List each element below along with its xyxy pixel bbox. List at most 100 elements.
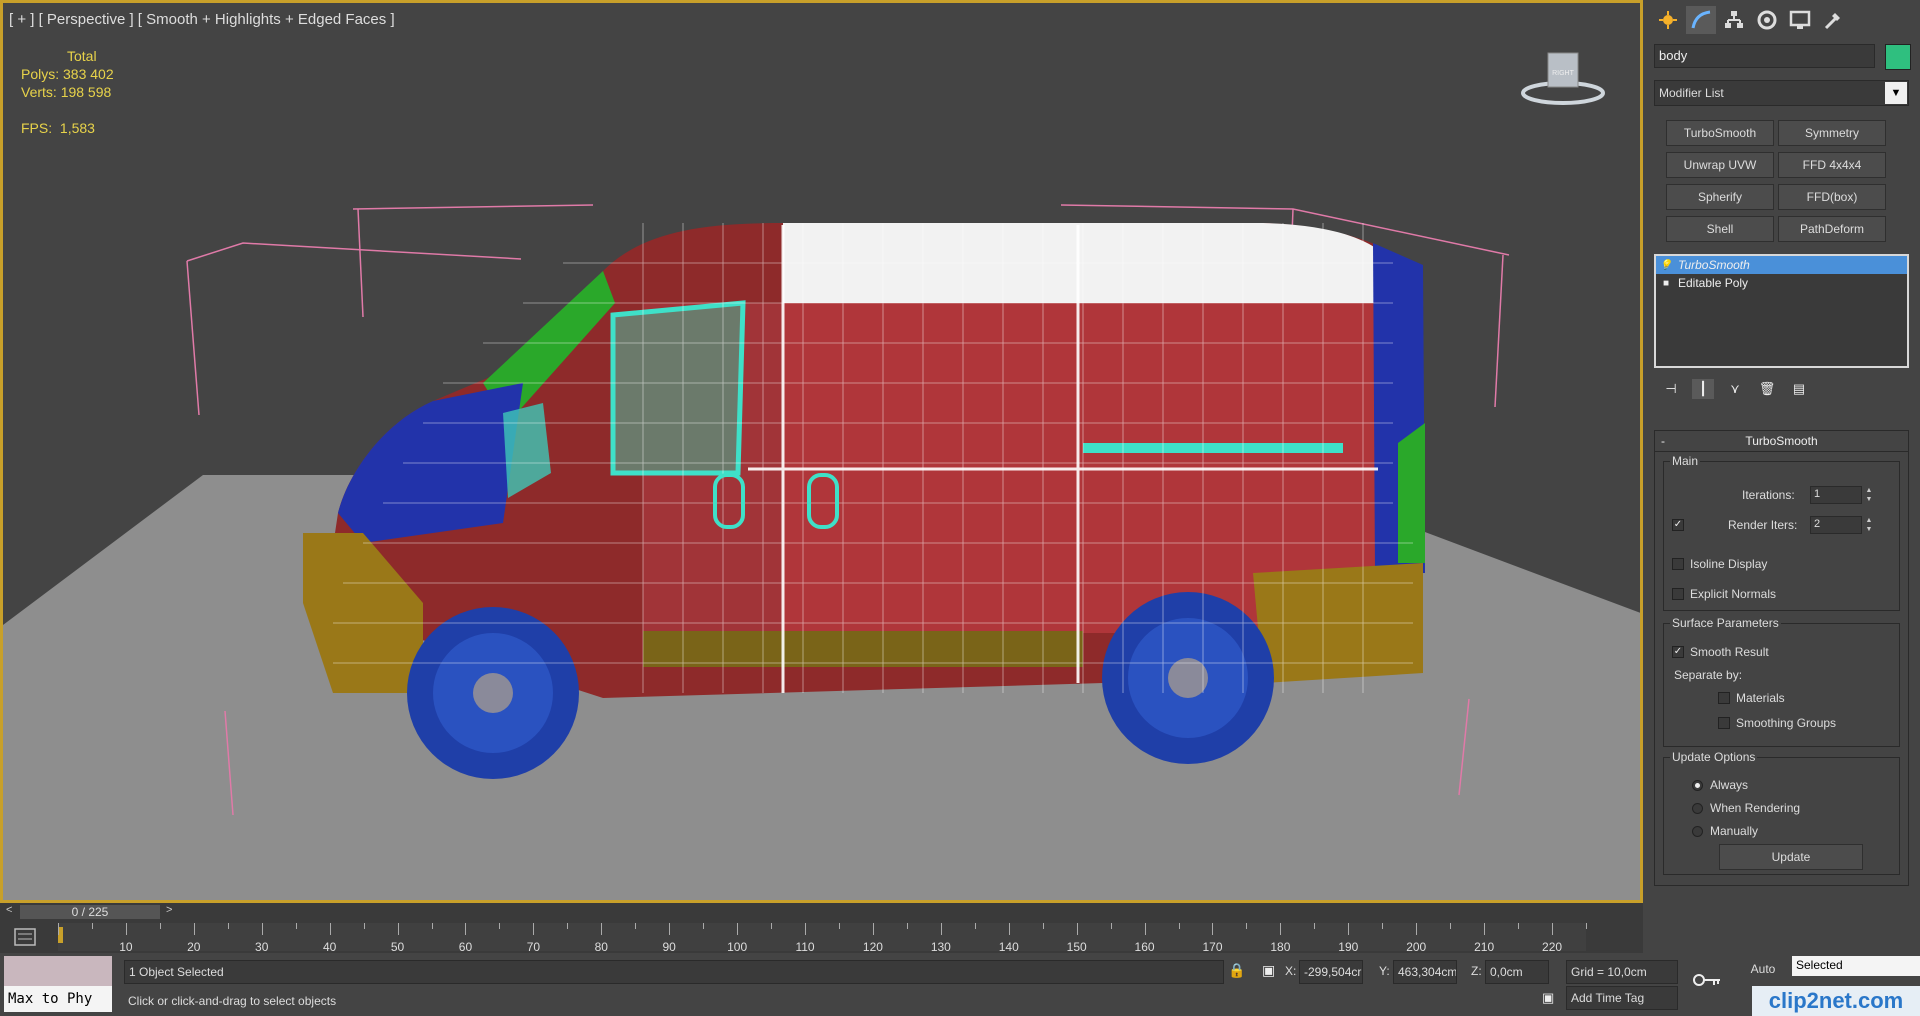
manually-radio[interactable]: [1692, 826, 1703, 837]
create-icon: [1659, 11, 1677, 29]
track-tick: [1008, 923, 1010, 935]
ffd-4x4x4-button[interactable]: FFD 4x4x4: [1778, 152, 1886, 178]
smooth-result-checkbox[interactable]: ✓: [1672, 646, 1684, 658]
maxscript-listener-mini[interactable]: [4, 956, 112, 986]
motion-tab[interactable]: [1752, 6, 1782, 34]
pathdeform-button[interactable]: PathDeform: [1778, 216, 1886, 242]
track-tick-label: 110: [795, 940, 815, 954]
chevron-down-icon[interactable]: ▼: [1885, 82, 1907, 104]
spinner-arrows-icon[interactable]: ▲ ▼: [1864, 516, 1874, 534]
main-group: Main Iterations: 1 ▲ ▼ ✓ Render Iters: 2 …: [1663, 454, 1900, 611]
spinner-arrows-icon[interactable]: ▲ ▼: [1864, 486, 1874, 504]
configure-modifier-sets-icon[interactable]: ▤: [1788, 379, 1810, 399]
track-tick-label: 130: [930, 940, 951, 954]
track-bar-icon[interactable]: [14, 927, 36, 947]
time-tag-icon[interactable]: ▣: [1542, 990, 1554, 1006]
track-tick: [940, 923, 942, 935]
track-tick: [601, 923, 603, 935]
shell-button[interactable]: Shell: [1666, 216, 1774, 242]
key-filter-dropdown[interactable]: Selected: [1792, 956, 1920, 976]
smoothing-groups-checkbox[interactable]: [1718, 717, 1730, 729]
hierarchy-icon: [1725, 11, 1743, 28]
explicit-normals-checkbox[interactable]: [1672, 588, 1684, 600]
viewcube-icon[interactable]: RIGHT: [1520, 47, 1606, 107]
viewport-label[interactable]: [ + ] [ Perspective ] [ Smooth + Highlig…: [9, 11, 395, 28]
unwrap-uvw-button[interactable]: Unwrap UVW: [1666, 152, 1774, 178]
materials-checkbox[interactable]: [1718, 692, 1730, 704]
viewport-scene: [3, 204, 1640, 900]
track-tick-label: 160: [1134, 940, 1155, 954]
track-tick-label: 90: [662, 940, 676, 954]
y-coord-field[interactable]: 463,304cm: [1393, 960, 1457, 984]
track-tick: [397, 923, 399, 935]
symmetry-button[interactable]: Symmetry: [1778, 120, 1886, 146]
spherify-button[interactable]: Spherify: [1666, 184, 1774, 210]
modify-tab[interactable]: [1686, 6, 1716, 34]
display-tab[interactable]: [1785, 6, 1815, 34]
track-tick: [499, 923, 501, 929]
turbosmooth-rollout: - TurboSmooth Main Iterations: 1 ▲ ▼ ✓ Re…: [1654, 430, 1909, 886]
show-end-result-icon[interactable]: ┃: [1692, 379, 1714, 399]
maxscript-input[interactable]: Max to Phy: [4, 986, 112, 1012]
prev-frame-arrow[interactable]: <: [6, 904, 12, 916]
modifier-list-dropdown[interactable]: Modifier List ▼: [1654, 80, 1909, 106]
render-iters-label: Render Iters:: [1728, 518, 1798, 532]
track-tick: [703, 923, 705, 929]
stats-verts: Verts: 198 598: [21, 83, 114, 101]
track-tick-label: 70: [526, 940, 541, 954]
render-iters-checkbox[interactable]: ✓: [1672, 519, 1684, 531]
key-icon[interactable]: [1692, 972, 1722, 988]
turbosmooth-button[interactable]: TurboSmooth: [1666, 120, 1774, 146]
update-button[interactable]: Update: [1719, 844, 1863, 870]
expand-plus-icon[interactable]: ■: [1660, 277, 1672, 289]
rollout-collapse[interactable]: -: [1661, 431, 1665, 451]
add-time-tag-button[interactable]: Add Time Tag: [1566, 986, 1678, 1010]
track-tick: [1212, 923, 1214, 935]
track-tick: [193, 923, 195, 935]
track-tick: [974, 923, 976, 929]
track-tick: [363, 923, 365, 929]
z-coord-field[interactable]: 0,0cm: [1485, 960, 1549, 984]
track-tick-label: 40: [322, 940, 337, 954]
track-tick-label: 10: [119, 940, 133, 954]
track-ruler[interactable]: 10 20 30 40 50 60 70 80 90 100 110 120 130 140 150 160 1…: [58, 923, 1587, 954]
iterations-label: Iterations:: [1742, 488, 1795, 502]
rollout-header[interactable]: - TurboSmooth: [1655, 431, 1908, 452]
track-tick: [1314, 923, 1316, 929]
when-rendering-label: When Rendering: [1710, 801, 1801, 815]
viewcube[interactable]: RIGHT: [1520, 47, 1606, 110]
track-tick: [1246, 923, 1248, 929]
stack-item-label: Editable Poly: [1678, 276, 1749, 290]
isoline-display-checkbox[interactable]: [1672, 558, 1684, 570]
next-frame-arrow[interactable]: >: [166, 904, 172, 916]
object-color-swatch[interactable]: [1885, 44, 1911, 70]
iterations-spinner[interactable]: 1: [1810, 486, 1862, 504]
when-rendering-radio[interactable]: [1692, 803, 1703, 814]
remove-modifier-icon[interactable]: 🗑: [1756, 379, 1778, 399]
pin-stack-icon[interactable]: ⊣: [1660, 379, 1682, 399]
create-tab[interactable]: [1653, 6, 1683, 34]
track-tick: [125, 923, 127, 935]
lock-icon[interactable]: 🔒: [1228, 962, 1245, 979]
render-iters-spinner[interactable]: 2: [1810, 516, 1862, 534]
x-coord-field[interactable]: -299,504cr: [1299, 960, 1363, 984]
separate-by-label: Separate by:: [1674, 668, 1743, 682]
object-name-field[interactable]: body: [1654, 44, 1875, 68]
modify-icon: [1691, 10, 1711, 29]
perspective-viewport[interactable]: [ + ] [ Perspective ] [ Smooth + Highlig…: [0, 0, 1643, 903]
absolute-mode-icon[interactable]: ▣: [1262, 962, 1275, 979]
track-tick-label: 140: [998, 940, 1019, 954]
time-slider[interactable]: 0 / 225: [20, 905, 160, 919]
stack-item-turbosmooth[interactable]: 💡 TurboSmooth: [1656, 256, 1907, 274]
always-radio[interactable]: [1692, 780, 1703, 791]
hierarchy-tab[interactable]: [1719, 6, 1749, 34]
stats-total-label: Total: [67, 48, 97, 64]
ffd-box-button[interactable]: FFD(box): [1778, 184, 1886, 210]
track-tick-label: 210: [1474, 940, 1495, 954]
make-unique-icon[interactable]: ⋎: [1724, 379, 1746, 399]
auto-key-button[interactable]: Auto: [1738, 956, 1788, 982]
lightbulb-icon[interactable]: 💡: [1660, 259, 1672, 271]
track-bar[interactable]: 10 20 30 40 50 60 70 80 90 100 110 120 130 140 150 160 1…: [0, 921, 1643, 954]
stack-item-editable-poly[interactable]: ■ Editable Poly: [1656, 274, 1907, 292]
utilities-tab[interactable]: [1818, 6, 1848, 34]
